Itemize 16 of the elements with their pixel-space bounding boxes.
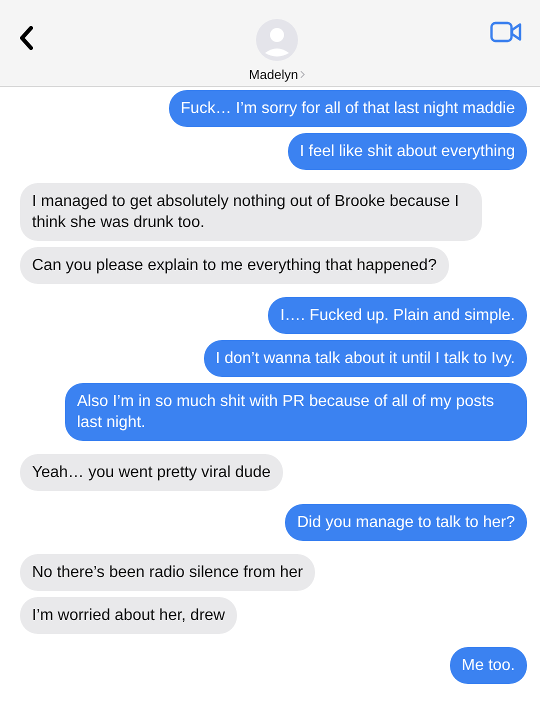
- video-camera-icon[interactable]: [490, 21, 522, 43]
- message-bubble: Fuck… I’m sorry for all of that last night maddie: [168, 90, 527, 127]
- back-chevron-icon[interactable]: [18, 25, 34, 51]
- message-bubble: Me too.: [450, 647, 527, 684]
- chevron-right-icon: [300, 70, 306, 79]
- message-bubble: I don’t wanna talk about it until I talk to Ivy.: [204, 340, 527, 377]
- message-bubble: I…. Fucked up. Plain and simple.: [268, 297, 527, 334]
- message-bubble: Can you please explain to me everything that happened?: [20, 247, 449, 284]
- message-bubble: Also I’m in so much shit with PR because of all of my posts last night.: [65, 383, 527, 441]
- message-bubble: I managed to get absolutely nothing out of Brooke because I think she was drunk too.: [20, 183, 482, 241]
- message-bubble: I’m worried about her, drew: [20, 597, 237, 634]
- message-bubble: No there’s been radio silence from her: [20, 554, 315, 591]
- contact-name-link[interactable]: Madelyn: [248, 67, 306, 82]
- message-bubble: I feel like shit about everything: [288, 133, 527, 170]
- message-bubble: Yeah… you went pretty viral dude: [20, 454, 283, 491]
- message-bubble: Did you manage to talk to her?: [285, 504, 527, 541]
